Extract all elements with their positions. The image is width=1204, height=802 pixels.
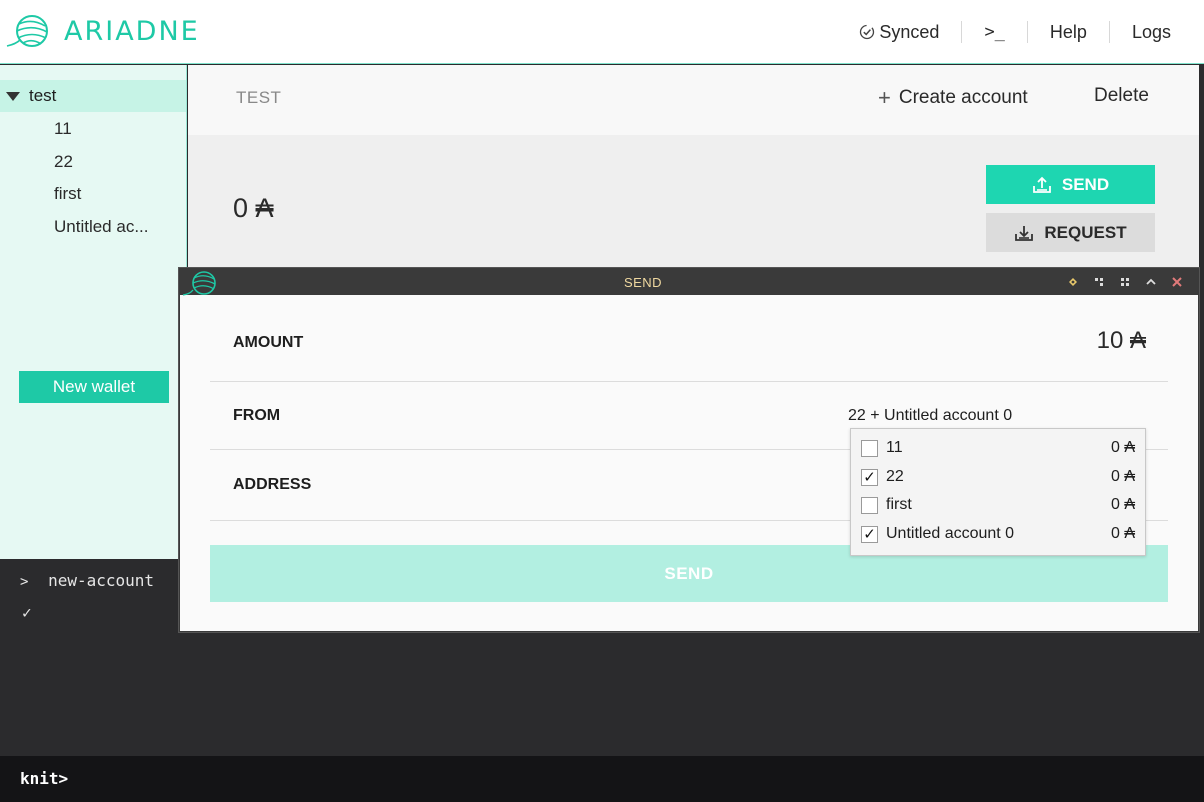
wallet-main-panel: TEST + Create account Delete 0 ₳ SEND RE… xyxy=(188,65,1199,275)
from-select[interactable]: 22 + Untitled account 0 xyxy=(848,407,1012,425)
create-account-button[interactable]: + Create account xyxy=(878,85,1028,111)
wallet-title: TEST xyxy=(236,88,282,107)
console-command: new-account xyxy=(48,571,155,590)
sidebar-wallet-test[interactable]: test xyxy=(0,80,186,112)
wallet-header: TEST + Create account Delete xyxy=(188,65,1199,135)
dropdown-item-label: first xyxy=(886,496,912,513)
delete-wallet-button[interactable]: Delete xyxy=(1094,85,1149,107)
amount-label: AMOUNT xyxy=(233,334,304,351)
logs-link[interactable]: Logs xyxy=(1108,21,1204,43)
currency-symbol: ₳ xyxy=(255,193,274,223)
dropdown-item-first[interactable]: first 0 ₳ xyxy=(851,491,1145,519)
top-nav: Synced >_ Help Logs xyxy=(837,0,1204,64)
dropdown-item-balance: 0 ₳ xyxy=(1110,439,1135,456)
new-wallet-button[interactable]: New wallet xyxy=(19,371,169,403)
checkbox[interactable] xyxy=(861,496,878,514)
request-label: REQUEST xyxy=(1044,222,1127,242)
checkbox-checked[interactable]: ✓ xyxy=(861,525,878,543)
console-prompt: > xyxy=(20,574,29,590)
cli-prompt: knit> xyxy=(20,769,69,788)
send-label: SEND xyxy=(1061,174,1110,194)
brand-name: ARIADNE xyxy=(64,16,200,47)
sidebar-account-22[interactable]: 22 xyxy=(54,152,73,172)
synced-label: Synced xyxy=(879,21,940,42)
ariadne-logo-icon xyxy=(6,15,48,47)
sidebar-account-11[interactable]: 11 xyxy=(54,119,72,139)
from-label: FROM xyxy=(233,407,281,424)
divider xyxy=(210,381,1168,382)
shade-icon[interactable] xyxy=(1086,269,1112,295)
address-label: ADDRESS xyxy=(233,476,312,493)
console-toggle-button[interactable]: >_ xyxy=(961,21,1026,43)
dropdown-item-balance: 0 ₳ xyxy=(1110,468,1135,485)
wallet-label: test xyxy=(29,86,57,105)
caret-down-icon[interactable] xyxy=(6,91,20,101)
sidebar-account-untitled[interactable]: Untitled ac... xyxy=(54,217,149,237)
pin-icon[interactable] xyxy=(1060,269,1086,295)
dropdown-item-22[interactable]: ✓ 22 0 ₳ xyxy=(851,463,1145,491)
checkbox-checked[interactable]: ✓ xyxy=(861,468,878,486)
dropdown-item-11[interactable]: 11 0 ₳ xyxy=(851,434,1145,462)
minimize-icon[interactable] xyxy=(1138,269,1164,295)
send-dialog: SEND AMOUNT 10 ₳ FROM 22 + Untitled acco… xyxy=(179,268,1199,632)
sidebar-account-first[interactable]: first xyxy=(54,184,81,204)
dialog-title: SEND xyxy=(623,275,663,290)
balance-value: 0 xyxy=(233,193,249,223)
dropdown-item-balance: 0 ₳ xyxy=(1110,525,1135,542)
currency-symbol: ₳ xyxy=(1129,327,1146,354)
plus-icon: + xyxy=(878,85,891,110)
cli-input[interactable] xyxy=(78,766,1178,792)
help-link[interactable]: Help xyxy=(1026,21,1109,43)
dialog-titlebar[interactable]: SEND xyxy=(180,269,1198,296)
dropdown-item-untitled-account-0[interactable]: ✓ Untitled account 0 0 ₳ xyxy=(851,520,1145,548)
download-icon xyxy=(1015,225,1034,241)
dropdown-item-balance: 0 ₳ xyxy=(1110,496,1135,513)
checkbox[interactable] xyxy=(861,439,878,457)
amount-value: 10 xyxy=(1096,327,1124,354)
maximize-icon[interactable] xyxy=(1112,269,1138,295)
amount-input[interactable]: 10 ₳ xyxy=(1097,327,1146,355)
window-edge xyxy=(1199,65,1204,275)
cli-bar: knit> xyxy=(0,756,1204,802)
console-result-check-icon: ✓ xyxy=(22,603,32,622)
send-button[interactable]: SEND xyxy=(986,165,1155,204)
from-account-dropdown: 11 0 ₳ ✓ 22 0 ₳ first 0 ₳ ✓ Untitled acc… xyxy=(850,428,1146,556)
dropdown-item-label: 22 xyxy=(886,468,904,485)
dropdown-item-label: Untitled account 0 xyxy=(886,525,1015,542)
app-header: ARIADNE Synced >_ Help Logs xyxy=(0,0,1204,64)
window-controls xyxy=(1060,269,1190,295)
synced-status[interactable]: Synced xyxy=(837,21,961,43)
dropdown-item-label: 11 xyxy=(886,439,903,456)
upload-icon xyxy=(1032,176,1051,193)
request-button[interactable]: REQUEST xyxy=(986,213,1155,252)
synced-check-icon xyxy=(860,24,875,40)
wallet-sidebar: test 11 22 first Untitled ac... New wall… xyxy=(0,65,187,559)
wallet-balance: 0 ₳ xyxy=(233,193,274,224)
close-icon[interactable] xyxy=(1164,269,1190,295)
create-account-label: Create account xyxy=(898,87,1028,108)
console-line: > new-account xyxy=(20,571,154,590)
